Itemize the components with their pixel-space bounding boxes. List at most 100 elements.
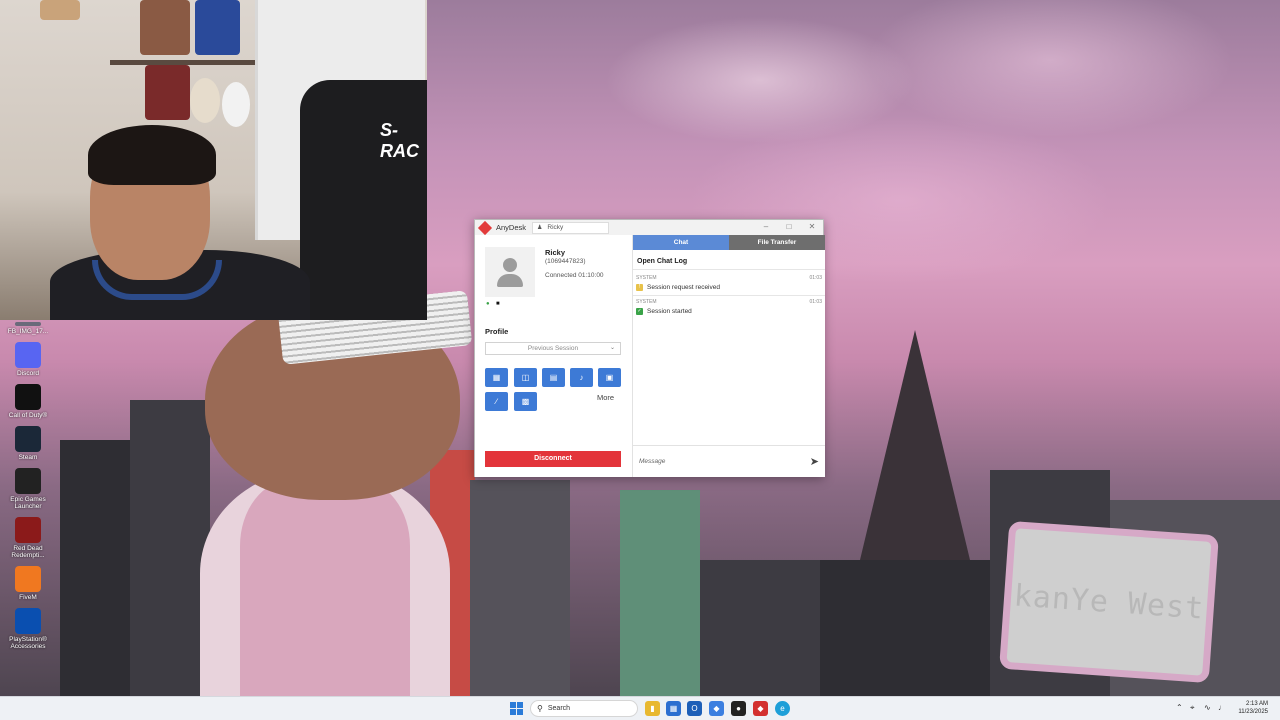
desktop-icon[interactable]: Call of Duty® bbox=[6, 384, 50, 419]
message-placeholder: Message bbox=[639, 458, 666, 465]
panel-tabs: Chat File Transfer bbox=[633, 235, 825, 250]
draw-button[interactable]: ∕ bbox=[485, 392, 508, 411]
clipboard-icon: ▤ bbox=[549, 373, 558, 382]
maximize-button[interactable]: □ bbox=[782, 221, 796, 233]
edge-browser-icon[interactable]: e bbox=[775, 701, 790, 716]
pen-icon: ∕ bbox=[495, 397, 498, 406]
tab-chat[interactable]: Chat bbox=[633, 235, 729, 250]
desktop-icon[interactable]: PlayStation® Accessories bbox=[6, 608, 50, 650]
desktop-icon[interactable]: FB_IMG_17... bbox=[6, 322, 50, 335]
clock[interactable]: 2:13 AM 11/23/2025 bbox=[1238, 700, 1268, 716]
network-app-icon[interactable]: ◆ bbox=[709, 701, 724, 716]
switch-monitor-button[interactable]: ▩ bbox=[514, 392, 537, 411]
background-building bbox=[700, 560, 830, 696]
desktop-icon[interactable]: Steam bbox=[6, 426, 50, 461]
chat-panel: Chat File Transfer Open Chat Log SYSTEM … bbox=[632, 235, 825, 477]
file-button[interactable]: ◫ bbox=[514, 368, 537, 387]
store-icon[interactable]: ▦ bbox=[666, 701, 681, 716]
avatar-body-icon bbox=[497, 274, 523, 287]
message-sender: SYSTEM bbox=[636, 275, 657, 281]
person-hair bbox=[88, 125, 216, 185]
network-icon[interactable]: ⌖ bbox=[1190, 703, 1195, 713]
divider bbox=[633, 269, 825, 270]
windows-logo-icon bbox=[517, 709, 523, 715]
desktop-icon-label: FB_IMG_17... bbox=[7, 328, 49, 335]
session-tab-label: Ricky bbox=[547, 224, 564, 231]
disconnect-button[interactable]: Disconnect bbox=[485, 451, 621, 467]
collectible-figure bbox=[222, 82, 250, 127]
bear-jacket bbox=[240, 480, 410, 700]
call-of-duty-icon bbox=[15, 384, 41, 410]
peer-name: Ricky bbox=[545, 248, 566, 257]
title-bar[interactable]: AnyDesk ♟ Ricky – □ ✕ bbox=[475, 220, 823, 235]
neon-sign: kanYe West bbox=[999, 520, 1219, 684]
media-app-icon[interactable]: ● bbox=[731, 701, 746, 716]
desktop-icon[interactable]: Epic Games Launcher bbox=[6, 468, 50, 510]
file-icon: ◫ bbox=[521, 373, 530, 382]
speaker-icon: ♪ bbox=[579, 373, 584, 382]
message-text: Session request received bbox=[647, 284, 720, 291]
screen-button[interactable]: ▣ bbox=[598, 368, 621, 387]
minimize-button[interactable]: – bbox=[759, 221, 773, 233]
user-icon: ♟ bbox=[537, 225, 543, 231]
taskbar-search[interactable]: ⚲ Search bbox=[530, 700, 638, 717]
collectible-figure bbox=[195, 0, 240, 55]
search-icon: ⚲ bbox=[537, 704, 543, 713]
clipboard-button[interactable]: ▤ bbox=[542, 368, 565, 387]
more-button[interactable]: More bbox=[597, 393, 614, 402]
collectible-figure bbox=[140, 0, 190, 55]
profile-select[interactable]: Previous Session ⌄ bbox=[485, 342, 621, 355]
lock-icon: ● bbox=[486, 301, 490, 307]
anydesk-logo-icon bbox=[477, 220, 493, 235]
session-tab[interactable]: ♟ Ricky bbox=[532, 221, 610, 234]
webcam-overlay: S-RAC bbox=[0, 0, 427, 320]
input-control-button[interactable]: ▦ bbox=[485, 368, 508, 387]
sign-text: kanYe West bbox=[1012, 577, 1206, 627]
avatar-head-icon bbox=[503, 258, 517, 272]
wifi-icon[interactable]: ∿ bbox=[1204, 703, 1211, 712]
chat-message: ✓ Session started bbox=[636, 308, 692, 315]
clock-time: 2:13 AM bbox=[1245, 701, 1268, 707]
message-input[interactable]: Message ➤ bbox=[633, 445, 825, 477]
audio-button[interactable]: ♪ bbox=[570, 368, 593, 387]
volume-icon[interactable]: ♩ bbox=[1218, 703, 1226, 712]
chat-message: ! Session request received bbox=[636, 284, 720, 291]
app-title: AnyDesk bbox=[496, 223, 527, 232]
chevron-up-icon[interactable]: ⌃ bbox=[1176, 703, 1183, 712]
outlook-icon[interactable]: O bbox=[687, 701, 702, 716]
avatar bbox=[485, 247, 535, 297]
desktop-icon-label: Red Dead Redempti... bbox=[11, 545, 45, 559]
tab-file-transfer[interactable]: File Transfer bbox=[729, 235, 825, 250]
clock-date: 11/23/2025 bbox=[1238, 709, 1268, 715]
message-sender: SYSTEM bbox=[636, 299, 657, 305]
windows-logo-icon bbox=[510, 709, 516, 715]
epic-games-icon bbox=[15, 468, 41, 494]
desktop-icon[interactable]: FiveM bbox=[6, 566, 50, 601]
headphones bbox=[92, 260, 222, 300]
desktop-icon-label: Epic Games Launcher bbox=[10, 496, 46, 510]
background-building bbox=[470, 480, 570, 696]
send-icon[interactable]: ➤ bbox=[810, 455, 819, 468]
message-time: 01:03 bbox=[809, 275, 822, 281]
anydesk-taskbar-icon[interactable]: ◆ bbox=[753, 701, 768, 716]
taskbar: ⚲ Search ▮ ▦ O ◆ ● ◆ e ⌃ ⌖ ∿ ♩ 2:13 AM 1… bbox=[0, 696, 1280, 720]
connection-status: Connected 01:10:00 bbox=[545, 272, 604, 279]
gaming-chair bbox=[300, 80, 427, 320]
message-text: Session started bbox=[647, 308, 692, 315]
desktop-icon[interactable]: Discord bbox=[6, 342, 50, 377]
anydesk-window: AnyDesk ♟ Ricky – □ ✕ Ricky (1069447823)… bbox=[474, 219, 825, 477]
divider bbox=[633, 295, 825, 296]
profile-select-value: Previous Session bbox=[527, 345, 579, 352]
screen-icon: ▣ bbox=[605, 373, 614, 382]
close-button[interactable]: ✕ bbox=[805, 221, 819, 233]
desktop-icon[interactable]: Red Dead Redempti... bbox=[6, 517, 50, 559]
open-chat-log-link[interactable]: Open Chat Log bbox=[637, 258, 687, 265]
start-button[interactable] bbox=[510, 702, 523, 715]
message-time: 01:03 bbox=[809, 299, 822, 305]
chevron-down-icon: ⌄ bbox=[609, 345, 615, 351]
image-icon bbox=[15, 322, 41, 326]
file-explorer-icon[interactable]: ▮ bbox=[645, 701, 660, 716]
collectible-figure bbox=[40, 0, 80, 20]
desktop-icon-label: Discord bbox=[16, 370, 40, 377]
desktop-icons: FB_IMG_17... Discord Call of Duty® Steam Epi… bbox=[6, 322, 50, 657]
